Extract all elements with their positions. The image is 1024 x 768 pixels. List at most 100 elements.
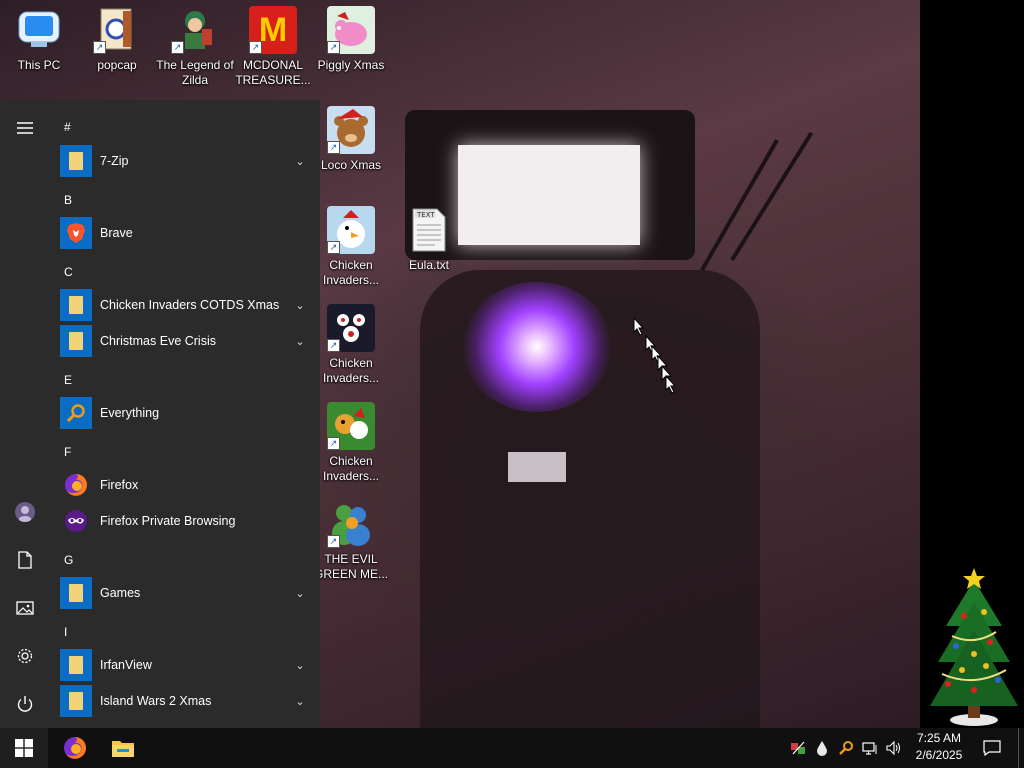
desktop-icon-piggly-xmas[interactable]: ↗ Piggly Xmas: [312, 6, 390, 73]
chevron-down-icon[interactable]: ⌄: [290, 335, 310, 348]
app-item-chicken-invaders-cotds-xmas[interactable]: Chicken Invaders COTDS Xmas ⌄: [60, 288, 310, 322]
desktop-icon-eula-txt[interactable]: TEXT Eula.txt: [390, 206, 468, 273]
text-file-icon: TEXT: [405, 206, 453, 254]
start-button[interactable]: [0, 728, 48, 768]
taskbar-clock[interactable]: 7:25 AM 2/6/2025: [908, 730, 970, 766]
app-item-firefox[interactable]: Firefox: [60, 468, 310, 502]
app-item-label: Chicken Invaders COTDS Xmas: [100, 298, 280, 312]
section-header-i[interactable]: I: [64, 625, 67, 639]
folder-icon: [60, 577, 92, 609]
app-item-christmas-eve-crisis[interactable]: Christmas Eve Crisis ⌄: [60, 324, 310, 358]
mcdonalds-icon: M ↗: [249, 6, 297, 54]
droplet-icon[interactable]: [814, 740, 830, 756]
desktop-icon-label: MCDONAL TREASURE...: [235, 58, 311, 87]
windows-start-icon: [15, 739, 33, 757]
app-item-label: Island Wars 2 Xmas: [100, 694, 212, 708]
taskbar-firefox-button[interactable]: [52, 728, 98, 768]
wallpaper-box: [508, 452, 566, 482]
hamburger-menu-icon[interactable]: [0, 108, 50, 148]
volume-icon[interactable]: [886, 740, 902, 756]
messenger-icon: ↗: [327, 500, 375, 548]
app-item-label: 7-Zip: [100, 154, 129, 168]
app-item-label: Brave: [100, 226, 133, 240]
power-icon[interactable]: [0, 684, 50, 724]
app-item-label: Games: [100, 586, 141, 600]
desktop-icon-label: Piggly Xmas: [317, 58, 385, 72]
christmas-tree-decoration: [930, 568, 1018, 726]
chevron-down-icon[interactable]: ⌄: [290, 695, 310, 708]
pig-icon: ↗: [327, 6, 375, 54]
app-item-7-zip[interactable]: 7-Zip ⌄: [60, 144, 310, 178]
chicken-icon: ↗: [327, 206, 375, 254]
folder-icon: [60, 145, 92, 177]
show-desktop-button[interactable]: [1018, 728, 1024, 768]
chevron-down-icon[interactable]: ⌄: [290, 587, 310, 600]
chevron-down-icon[interactable]: ⌄: [290, 299, 310, 312]
brave-icon: [60, 217, 92, 249]
section-header-e[interactable]: E: [64, 373, 72, 387]
network-manager-icon[interactable]: [790, 740, 806, 756]
teddy-bear-icon: ↗: [327, 106, 375, 154]
chicken-icon: ↗: [327, 304, 375, 352]
folder-icon: [60, 649, 92, 681]
popcap-icon: ↗: [93, 6, 141, 54]
desktop-icon-chicken-invaders-2[interactable]: ↗ Chicken Invaders...: [312, 304, 390, 386]
app-item-island-wars-2-xmas[interactable]: Island Wars 2 Xmas ⌄: [60, 684, 310, 718]
network-icon[interactable]: [862, 740, 878, 756]
section-header-hash[interactable]: #: [64, 120, 71, 134]
shortcut-arrow-icon: ↗: [327, 141, 340, 154]
user-avatar-icon[interactable]: [0, 492, 50, 532]
desktop-icon-chicken-invaders-1[interactable]: ↗ Chicken Invaders...: [312, 206, 390, 288]
app-item-games[interactable]: Games ⌄: [60, 576, 310, 610]
folder-icon: [60, 289, 92, 321]
app-item-label: IrfanView: [100, 658, 152, 672]
desktop-icon-evil-green-me[interactable]: ↗ THE EVIL GREEN ME...: [312, 500, 390, 582]
action-center-icon: [983, 740, 1001, 756]
chevron-down-icon[interactable]: ⌄: [290, 155, 310, 168]
section-header-f[interactable]: F: [64, 445, 71, 459]
desktop-icon-label: This PC: [17, 58, 61, 72]
app-item-firefox-private-browsing[interactable]: Firefox Private Browsing: [60, 504, 310, 538]
app-item-brave[interactable]: Brave: [60, 216, 310, 250]
section-header-b[interactable]: B: [64, 193, 72, 207]
everything-search-icon[interactable]: [838, 740, 854, 756]
shortcut-arrow-icon: ↗: [249, 41, 262, 54]
zilda-game-icon: ↗: [171, 6, 219, 54]
firefox-private-icon: [60, 505, 92, 537]
desktop-icon-mcdonal[interactable]: M ↗ MCDONAL TREASURE...: [234, 6, 312, 88]
section-header-g[interactable]: G: [64, 553, 73, 567]
app-item-label: Firefox: [100, 478, 139, 492]
desktop-icon-zilda[interactable]: ↗ The Legend of Zilda: [156, 6, 234, 88]
settings-gear-icon[interactable]: [0, 636, 50, 676]
shortcut-arrow-icon: ↗: [171, 41, 184, 54]
documents-icon[interactable]: [0, 540, 50, 580]
firefox-icon: [64, 737, 86, 759]
desktop-icon-this-pc[interactable]: This PC: [0, 6, 78, 73]
app-item-everything[interactable]: Everything: [60, 396, 310, 430]
taskbar: 7:25 AM 2/6/2025: [0, 728, 1024, 768]
start-menu-rail: [0, 100, 50, 728]
desktop-icon-label: popcap: [97, 58, 137, 72]
desktop[interactable]: This PC ↗ popcap ↗ The Legend of Zilda M…: [0, 0, 1024, 728]
chevron-down-icon[interactable]: ⌄: [290, 659, 310, 672]
app-item-irfanview[interactable]: IrfanView ⌄: [60, 648, 310, 682]
app-item-label: Everything: [100, 406, 160, 420]
desktop-icon-label: Chicken Invaders...: [322, 356, 380, 385]
desktop-icon-popcap[interactable]: ↗ popcap: [78, 6, 156, 73]
pictures-icon[interactable]: [0, 588, 50, 628]
desktop-icon-label: Loco Xmas: [320, 158, 382, 172]
start-menu-app-list[interactable]: # 7-Zip ⌄ B Brave C Chicken Invaders COT…: [50, 100, 320, 728]
desktop-icon-label: THE EVIL GREEN ME...: [313, 552, 388, 581]
action-center-button[interactable]: [976, 728, 1008, 768]
chicken-icon: ↗: [327, 402, 375, 450]
section-header-c[interactable]: C: [64, 265, 73, 279]
app-item-label: Christmas Eve Crisis: [100, 334, 216, 348]
app-item-label: Firefox Private Browsing: [100, 514, 236, 528]
clock-date: 2/6/2025: [915, 748, 963, 762]
desktop-icon-chicken-invaders-3[interactable]: ↗ Chicken Invaders...: [312, 402, 390, 484]
desktop-icon-loco-xmas[interactable]: ↗ Loco Xmas: [312, 106, 390, 173]
shortcut-arrow-icon: ↗: [327, 339, 340, 352]
desktop-icon-label: Eula.txt: [408, 258, 450, 272]
taskbar-file-explorer-button[interactable]: [100, 728, 146, 768]
firefox-icon: [60, 469, 92, 501]
